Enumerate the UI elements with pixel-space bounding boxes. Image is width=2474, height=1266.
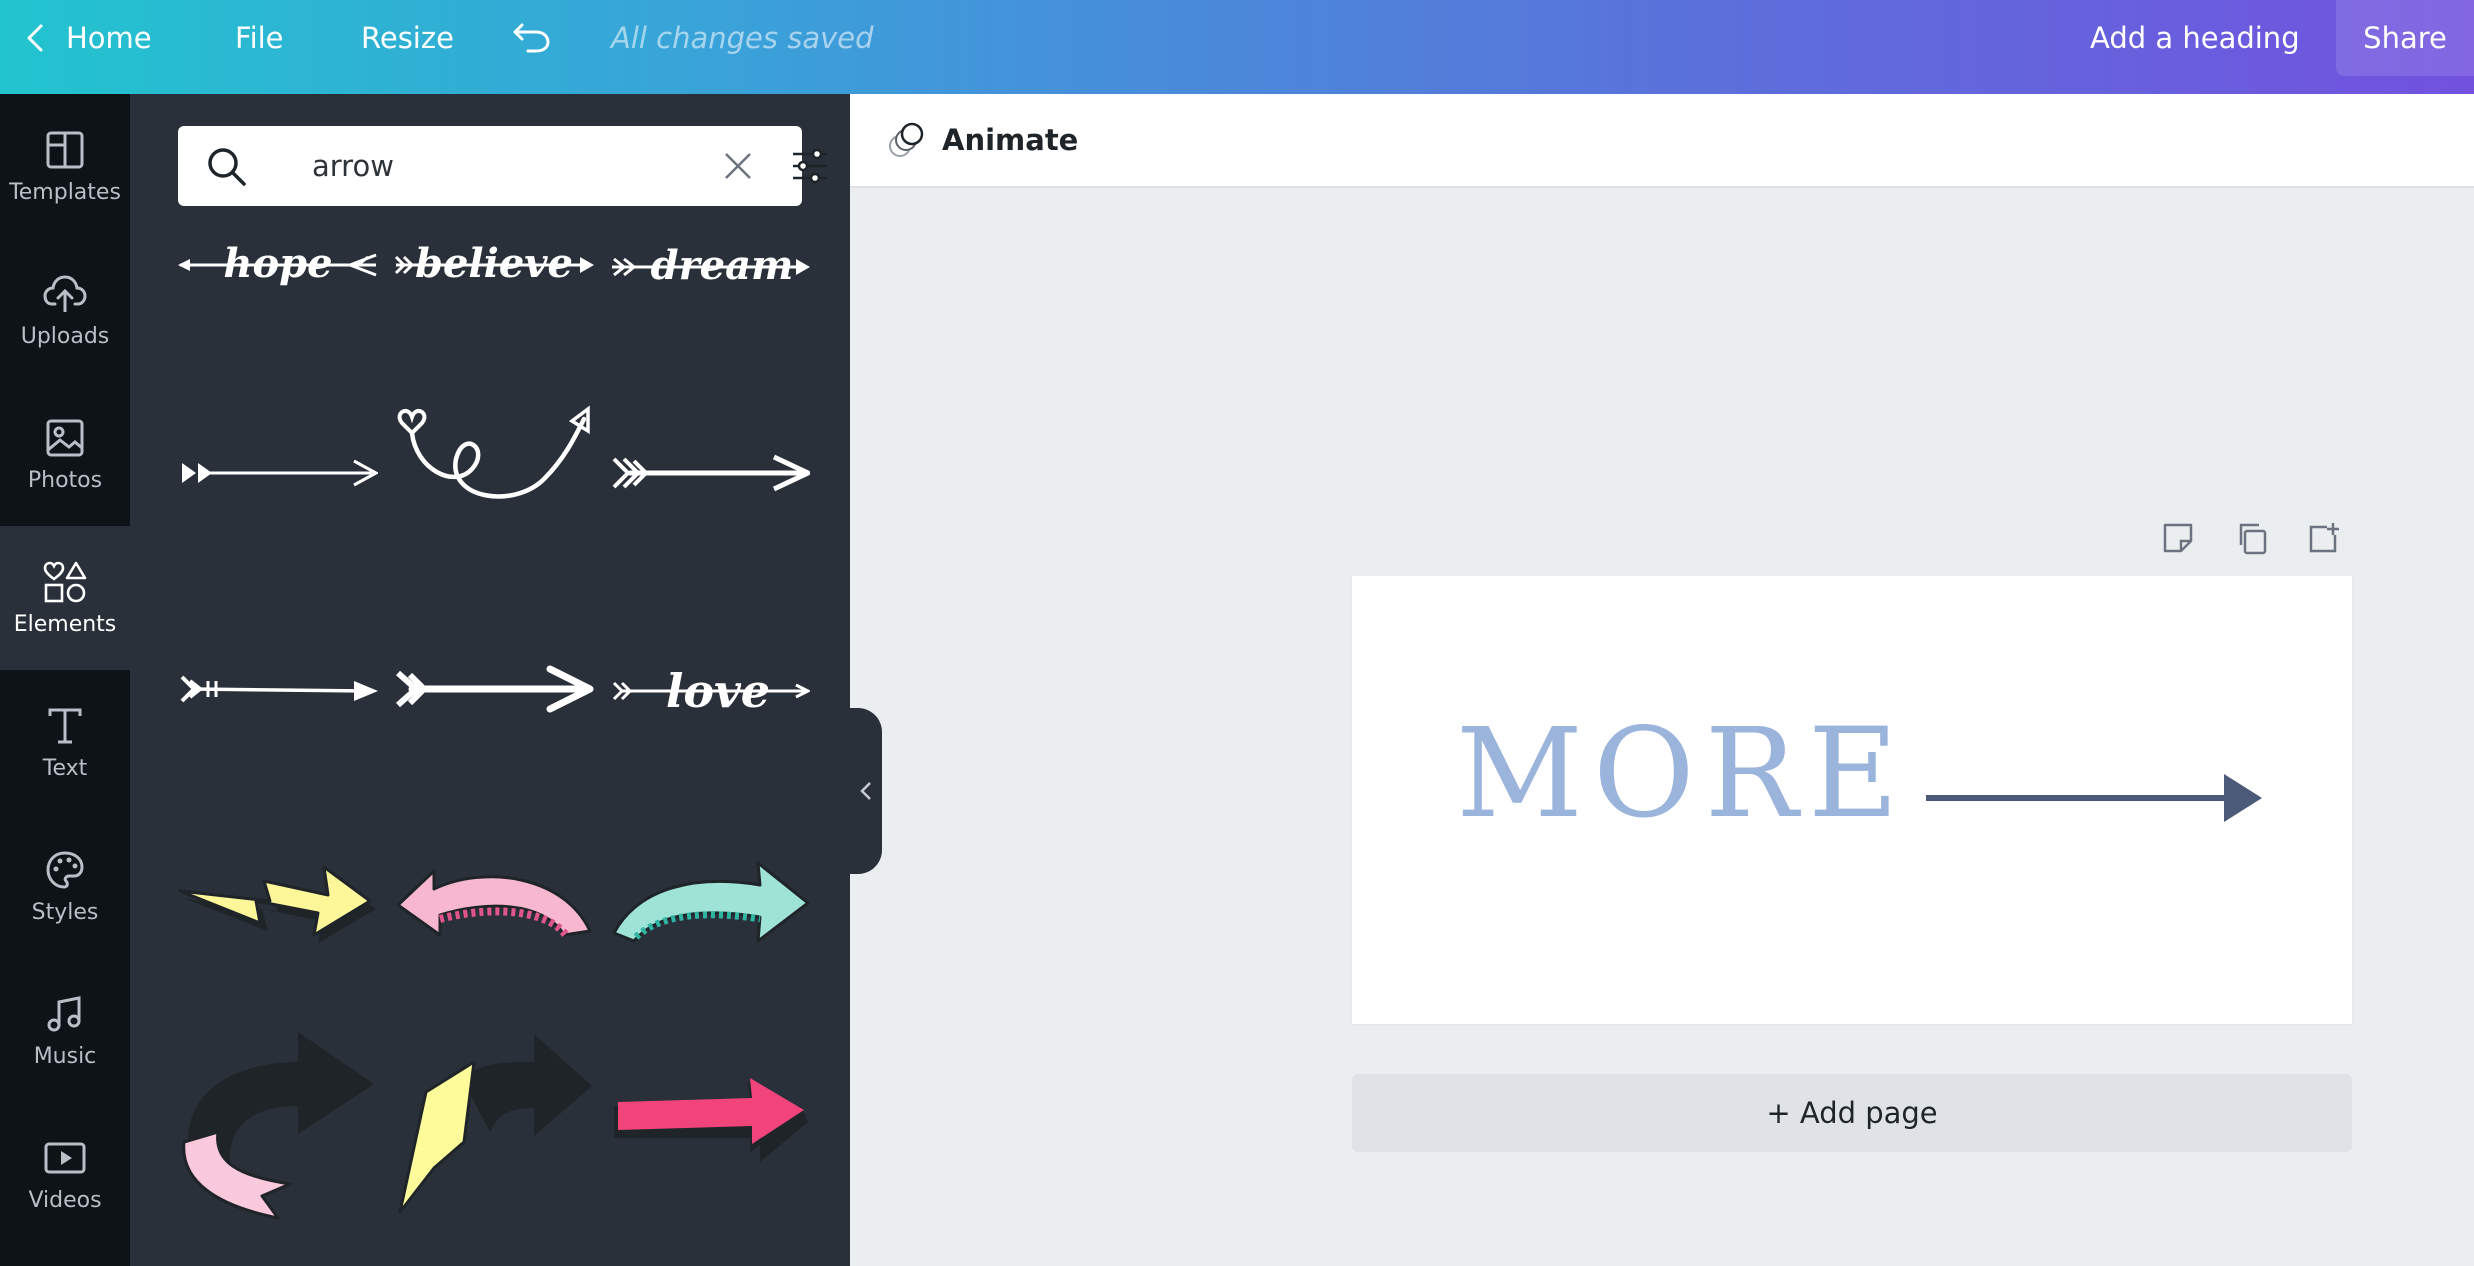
nav-label: Music	[33, 1043, 97, 1069]
nav-videos[interactable]: Videos	[0, 1102, 130, 1246]
duplicate-page-button[interactable]	[2232, 516, 2272, 560]
page-heading-text[interactable]: MORE	[1456, 712, 1909, 836]
nav-label: Text	[42, 755, 88, 781]
nav-uploads[interactable]: Uploads	[0, 238, 130, 382]
chevron-left-icon	[860, 782, 871, 800]
search-icon	[206, 146, 248, 192]
element-simple-arrow[interactable]	[178, 418, 378, 528]
duplicate-icon	[2239, 523, 2267, 555]
search-bar	[178, 126, 827, 206]
svg-text:believe: believe	[415, 240, 573, 287]
nav-label: Templates	[9, 179, 121, 205]
filter-icon[interactable]	[790, 146, 830, 190]
nav-label: Styles	[31, 899, 99, 925]
animate-label: Animate	[942, 123, 1079, 157]
element-black-pink-curl-arrow[interactable]	[178, 1022, 378, 1222]
add-page-icon	[2309, 523, 2339, 553]
element-hope-arrow[interactable]: hope	[178, 210, 378, 320]
svg-text:love: love	[666, 664, 770, 718]
resize-button[interactable]: Resize	[361, 0, 454, 76]
home-label: Home	[66, 21, 152, 55]
elements-panel: hope believe dream	[130, 94, 850, 1266]
home-button[interactable]: Home	[26, 0, 152, 76]
collapse-panel-button[interactable]	[850, 708, 882, 874]
nav-photos[interactable]: Photos	[0, 382, 130, 526]
element-black-yellow-ribbon-arrow[interactable]	[394, 1022, 594, 1222]
svg-text:dream: dream	[651, 242, 794, 289]
video-icon	[43, 1136, 87, 1180]
shapes-icon	[43, 560, 87, 604]
element-feather-arrow[interactable]	[610, 418, 810, 528]
add-page-button[interactable]: + Add page	[1352, 1074, 2352, 1152]
file-menu[interactable]: File	[235, 0, 284, 76]
upload-cloud-icon	[43, 272, 87, 316]
element-dream-arrow[interactable]: dream	[610, 210, 810, 320]
svg-text:hope: hope	[223, 240, 332, 287]
page-note-button[interactable]	[2158, 516, 2198, 560]
editor-toolbar: Animate	[850, 94, 2474, 188]
share-button[interactable]: Share	[2336, 0, 2474, 76]
nav-elements[interactable]: Elements	[0, 526, 130, 670]
clear-search-icon[interactable]	[722, 150, 754, 186]
nav-label: Uploads	[20, 323, 110, 349]
side-navigation: Templates Uploads Photos Elements Text S…	[0, 94, 130, 1266]
nav-text[interactable]: Text	[0, 670, 130, 814]
element-believe-arrow[interactable]: believe	[394, 210, 594, 320]
element-thin-arrow[interactable]	[178, 634, 378, 744]
text-icon	[43, 704, 87, 748]
nav-templates[interactable]: Templates	[0, 94, 130, 238]
music-note-icon	[43, 992, 87, 1036]
add-page-icon-button[interactable]	[2304, 516, 2344, 560]
undo-icon	[513, 23, 550, 53]
nav-label: Photos	[27, 467, 103, 493]
element-pink-block-arrow[interactable]	[610, 1022, 810, 1222]
element-loop-arrow[interactable]	[394, 394, 594, 534]
element-yellow-zigzag-arrow[interactable]	[178, 840, 378, 960]
animate-button[interactable]: Animate	[888, 118, 1078, 162]
search-input[interactable]	[312, 144, 712, 188]
animate-icon	[889, 122, 924, 157]
design-page[interactable]: MORE	[1352, 576, 2352, 1024]
palette-icon	[43, 848, 87, 892]
undo-button[interactable]	[512, 0, 552, 76]
element-teal-curved-arrow[interactable]	[610, 840, 810, 960]
templates-icon	[43, 128, 87, 172]
element-bold-arrow[interactable]	[394, 634, 594, 744]
design-title[interactable]: Add a heading	[2090, 0, 2300, 76]
photo-icon	[43, 416, 87, 460]
nav-styles[interactable]: Styles	[0, 814, 130, 958]
chevron-left-icon	[27, 24, 43, 52]
top-bar: Home File Resize All changes saved Add a…	[0, 0, 2474, 94]
page-arrow-shape[interactable]	[1924, 770, 2264, 826]
save-status: All changes saved	[611, 21, 874, 55]
element-love-arrow[interactable]: love	[610, 634, 810, 744]
note-icon	[2163, 523, 2193, 553]
nav-label: Videos	[28, 1187, 102, 1213]
element-pink-curved-arrow[interactable]	[394, 840, 594, 960]
nav-label: Elements	[13, 611, 117, 637]
nav-music[interactable]: Music	[0, 958, 130, 1102]
